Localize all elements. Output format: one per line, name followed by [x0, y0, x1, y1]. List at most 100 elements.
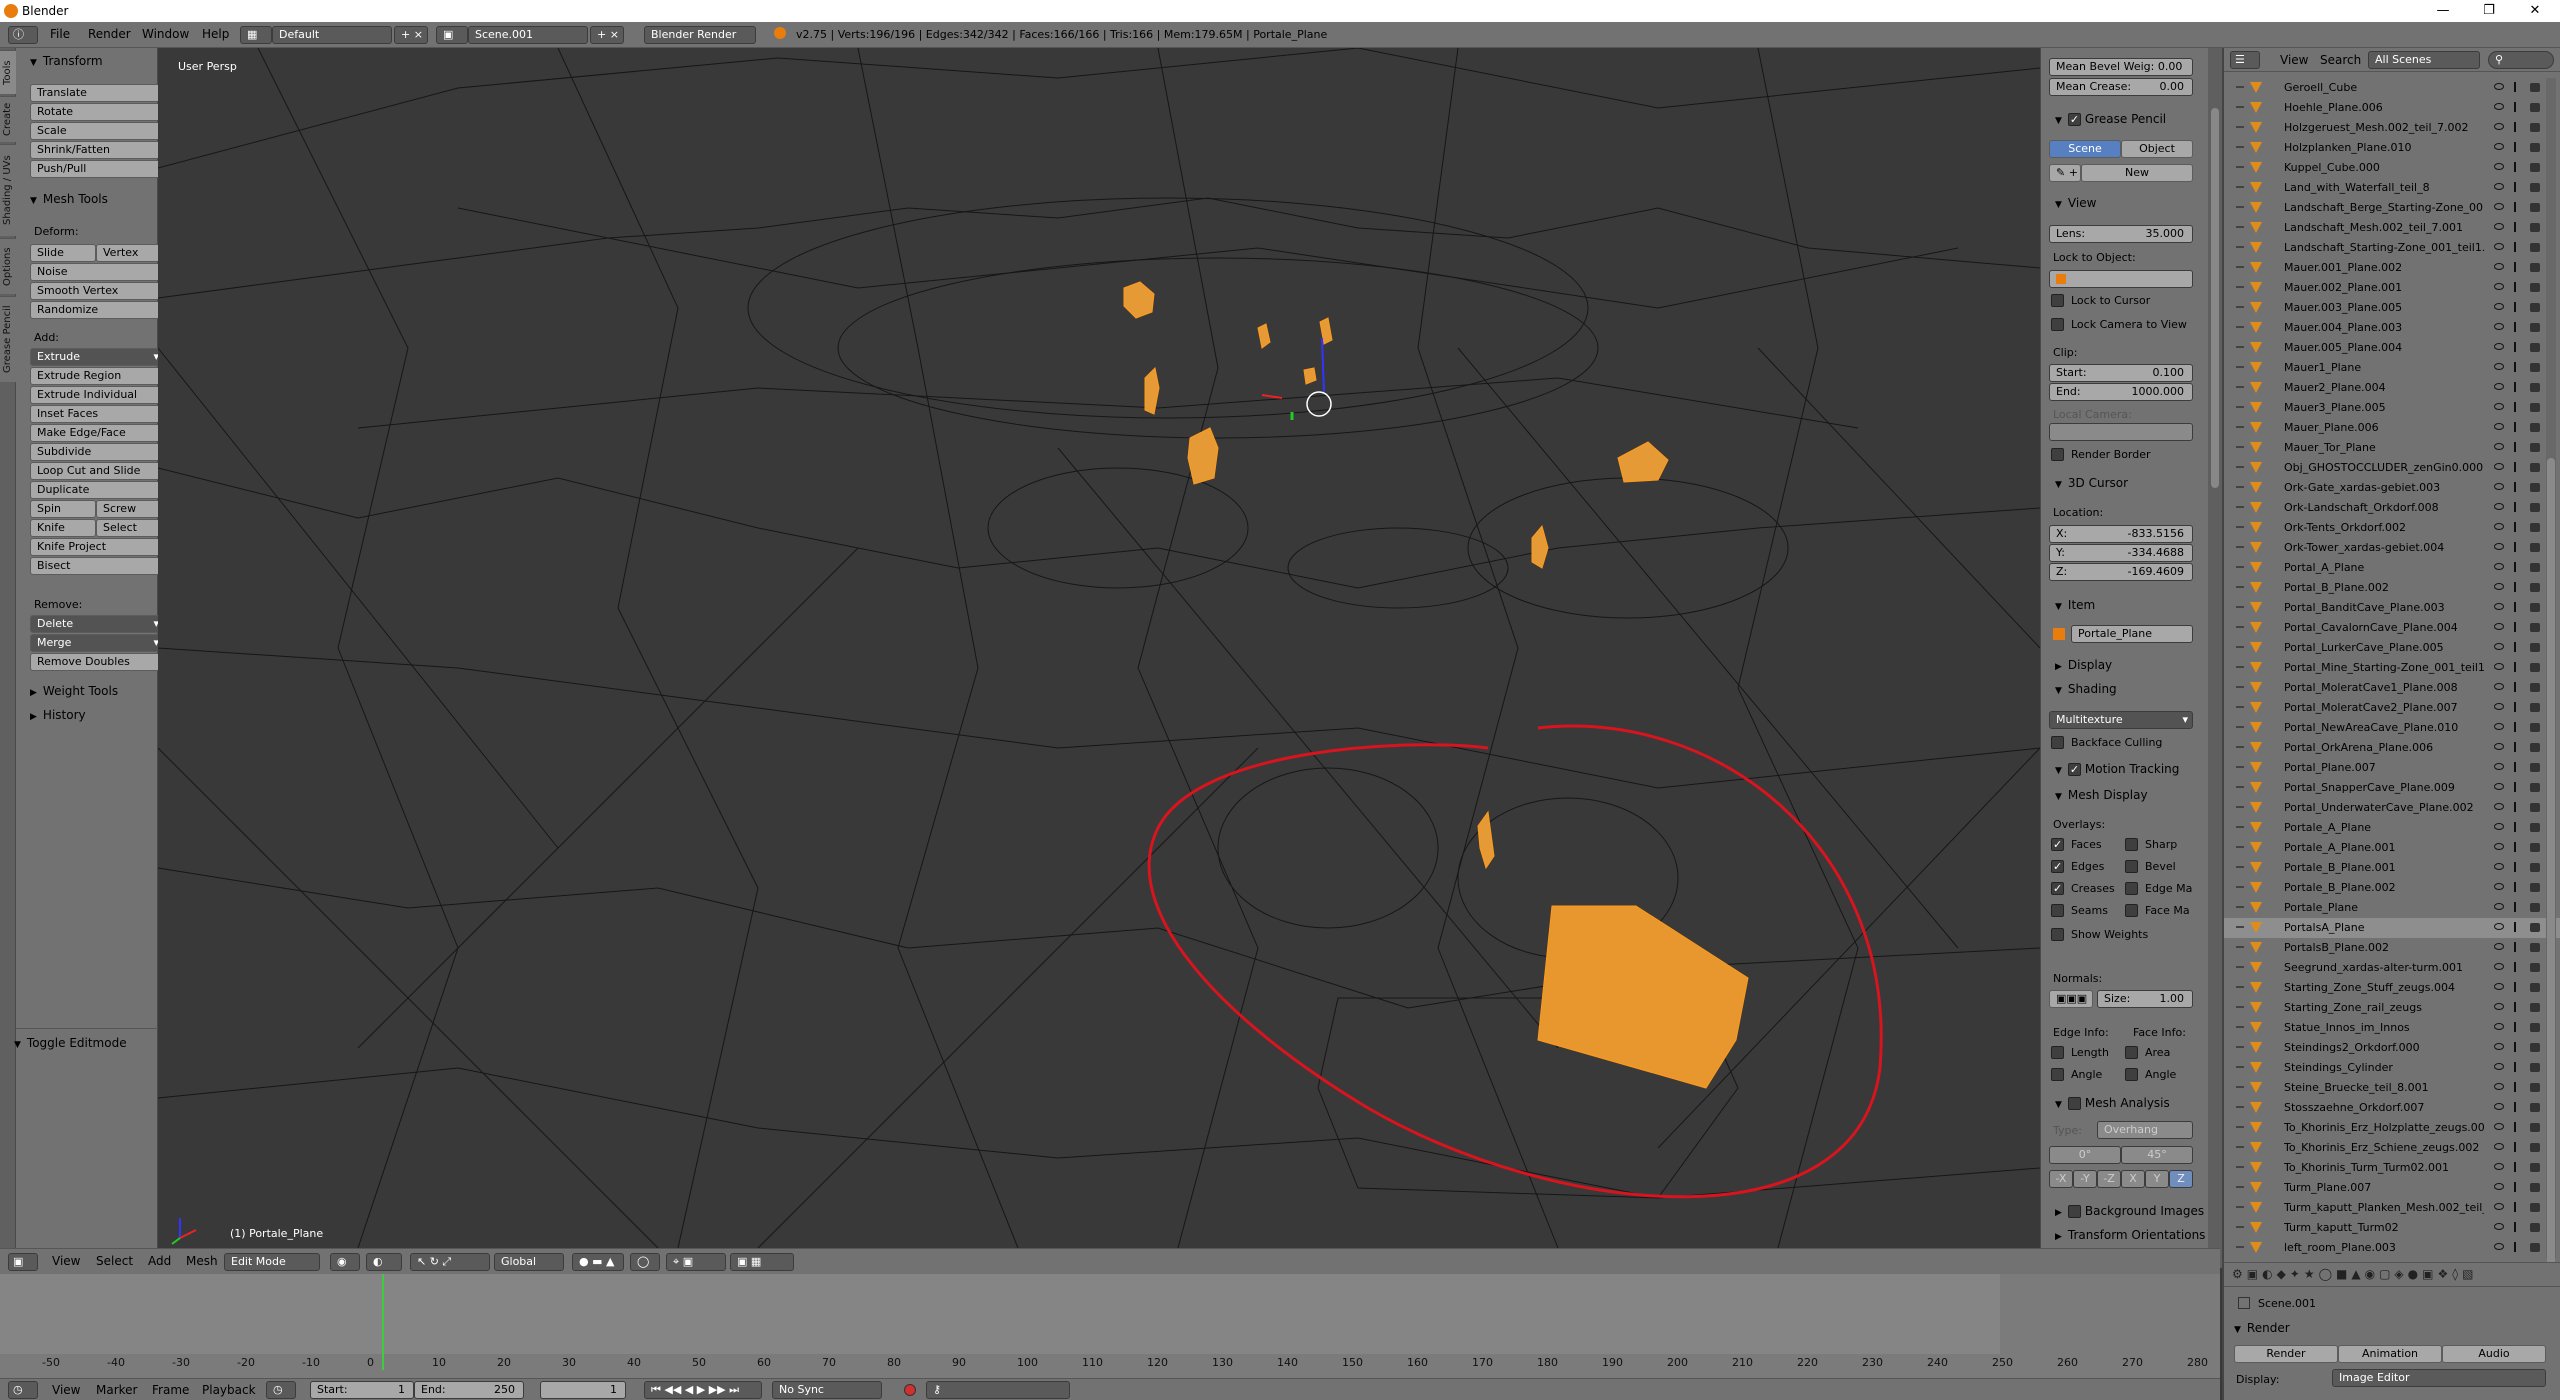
selectable-arrow-icon[interactable]	[2514, 922, 2522, 932]
render-camera-icon[interactable]	[2530, 363, 2540, 372]
expand-icon[interactable]	[2236, 1046, 2244, 1048]
selectable-arrow-icon[interactable]	[2514, 1022, 2522, 1032]
render-camera-icon[interactable]	[2530, 1003, 2540, 1012]
render-camera-icon[interactable]	[2530, 223, 2540, 232]
visibility-eye-icon[interactable]	[2494, 723, 2504, 730]
outliner-row[interactable]: left_room_Plane.003	[2224, 1238, 2560, 1258]
visibility-eye-icon[interactable]	[2494, 1143, 2504, 1150]
outliner-row[interactable]: Landschaft_Starting-Zone_001_teil1.002	[2224, 238, 2560, 258]
expand-icon[interactable]	[2236, 926, 2244, 928]
timeline[interactable]: -50 -40 -30 -20 -10 0 10 20 30 40 50 60 70 80 90 100 110…	[0, 1274, 2220, 1378]
screw-button[interactable]: Screw	[96, 500, 164, 518]
expand-icon[interactable]	[2236, 1206, 2244, 1208]
outliner-row[interactable]: Portal_NewAreaCave_Plane.010	[2224, 718, 2560, 738]
outliner-row[interactable]: Holzplanken_Plane.010	[2224, 138, 2560, 158]
expand-icon[interactable]	[2236, 786, 2244, 788]
render-camera-icon[interactable]	[2530, 1143, 2540, 1152]
expand-icon[interactable]	[2236, 266, 2244, 268]
visibility-eye-icon[interactable]	[2494, 823, 2504, 830]
render-border-checkbox[interactable]	[2051, 448, 2064, 461]
outliner-row[interactable]: Portal_BanditCave_Plane.003	[2224, 598, 2560, 618]
lock-to-object-field[interactable]	[2049, 270, 2193, 288]
merge-menu[interactable]: Merge ▾	[30, 634, 164, 652]
edge-marks-checkbox[interactable]	[2125, 882, 2138, 895]
scene-add-remove[interactable]: + ×	[590, 26, 624, 44]
close-icon[interactable]: ✕	[2512, 0, 2558, 22]
outliner-row[interactable]: Portal_Plane.007	[2224, 758, 2560, 778]
visibility-eye-icon[interactable]	[2494, 203, 2504, 210]
render-camera-icon[interactable]	[2530, 183, 2540, 192]
visibility-eye-icon[interactable]	[2494, 163, 2504, 170]
render-camera-icon[interactable]	[2530, 443, 2540, 452]
visibility-eye-icon[interactable]	[2494, 123, 2504, 130]
normals-display-buttons[interactable]: ▣▣▣	[2049, 990, 2093, 1008]
expand-icon[interactable]	[2236, 1166, 2244, 1168]
selectable-arrow-icon[interactable]	[2514, 202, 2522, 212]
outliner-row[interactable]: Stosszaehne_Orkdorf.007	[2224, 1098, 2560, 1118]
sync-mode-select[interactable]: No Sync	[772, 1381, 882, 1399]
outliner-row[interactable]: Portale_B_Plane.002	[2224, 878, 2560, 898]
visibility-eye-icon[interactable]	[2494, 863, 2504, 870]
tab-shading-uvs[interactable]: Shading / UVs	[0, 144, 16, 236]
outliner-row[interactable]: Mauer1_Plane	[2224, 358, 2560, 378]
outliner-row[interactable]: Ork-Gate_xardas-gebiet.003	[2224, 478, 2560, 498]
noise-button[interactable]: Noise	[30, 263, 164, 281]
visibility-eye-icon[interactable]	[2494, 563, 2504, 570]
outliner-row[interactable]: Steine_Bruecke_teil_8.001	[2224, 1078, 2560, 1098]
expand-icon[interactable]	[2236, 246, 2244, 248]
render-camera-icon[interactable]	[2530, 1063, 2540, 1072]
render-camera-icon[interactable]	[2530, 1223, 2540, 1232]
layout-add-remove[interactable]: + ×	[394, 26, 428, 44]
visibility-eye-icon[interactable]	[2494, 143, 2504, 150]
selectable-arrow-icon[interactable]	[2514, 982, 2522, 992]
expand-icon[interactable]	[2236, 886, 2244, 888]
menu-window[interactable]: Window	[142, 27, 189, 41]
tab-options[interactable]: Options	[0, 238, 16, 294]
start-frame-field[interactable]: Start: 1	[310, 1381, 414, 1399]
expand-icon[interactable]	[2236, 986, 2244, 988]
visibility-eye-icon[interactable]	[2494, 463, 2504, 470]
render-camera-icon[interactable]	[2530, 1183, 2540, 1192]
properties-context-tabs[interactable]: ⚙▣◐◆✦★◯■▲◉▢◈●▣❖◊▧	[2224, 1263, 2560, 1287]
menu-help[interactable]: Help	[202, 27, 229, 41]
render-camera-icon[interactable]	[2530, 1163, 2540, 1172]
render-camera-icon[interactable]	[2530, 623, 2540, 632]
outliner-row[interactable]: PortalsA_Plane	[2224, 918, 2560, 938]
expand-icon[interactable]	[2236, 1006, 2244, 1008]
layout-icon[interactable]: ▦	[240, 26, 272, 44]
selectable-arrow-icon[interactable]	[2514, 1242, 2522, 1252]
expand-icon[interactable]	[2236, 146, 2244, 148]
timeline-menu-view[interactable]: View	[52, 1383, 80, 1397]
visibility-eye-icon[interactable]	[2494, 363, 2504, 370]
visibility-eye-icon[interactable]	[2494, 943, 2504, 950]
selectable-arrow-icon[interactable]	[2514, 522, 2522, 532]
face-marks-checkbox[interactable]	[2125, 904, 2138, 917]
visibility-eye-icon[interactable]	[2494, 483, 2504, 490]
selectable-arrow-icon[interactable]	[2514, 722, 2522, 732]
outliner-row[interactable]: Ork-Landschaft_Orkdorf.008	[2224, 498, 2560, 518]
expand-icon[interactable]	[2236, 506, 2244, 508]
outliner-row[interactable]: Mauer.001_Plane.002	[2224, 258, 2560, 278]
duplicate-button[interactable]: Duplicate	[30, 481, 164, 499]
expand-icon[interactable]	[2236, 626, 2244, 628]
pivot-point-select[interactable]: ◐	[366, 1253, 402, 1271]
outliner-menu-view[interactable]: View	[2280, 53, 2308, 67]
selectable-arrow-icon[interactable]	[2514, 1142, 2522, 1152]
delete-menu[interactable]: Delete ▾	[30, 615, 164, 633]
selectable-arrow-icon[interactable]	[2514, 322, 2522, 332]
selectable-arrow-icon[interactable]	[2514, 762, 2522, 772]
keying-set-field[interactable]: ⚷	[926, 1381, 1070, 1399]
grease-pencil-add-icon[interactable]: ✎ +	[2049, 164, 2081, 182]
expand-icon[interactable]	[2236, 486, 2244, 488]
selectable-arrow-icon[interactable]	[2514, 582, 2522, 592]
selectable-arrow-icon[interactable]	[2514, 1122, 2522, 1132]
sharp-checkbox[interactable]	[2125, 838, 2138, 851]
motion-tracking-checkbox[interactable]	[2067, 763, 2081, 776]
render-camera-icon[interactable]	[2530, 843, 2540, 852]
outliner-row[interactable]: Mauer.003_Plane.005	[2224, 298, 2560, 318]
properties-scrollbar-thumb[interactable]	[2211, 108, 2219, 488]
visibility-eye-icon[interactable]	[2494, 103, 2504, 110]
knife-project-button[interactable]: Knife Project	[30, 538, 164, 556]
creases-checkbox[interactable]	[2051, 882, 2064, 895]
outliner-row[interactable]: Portale_B_Plane.001	[2224, 858, 2560, 878]
